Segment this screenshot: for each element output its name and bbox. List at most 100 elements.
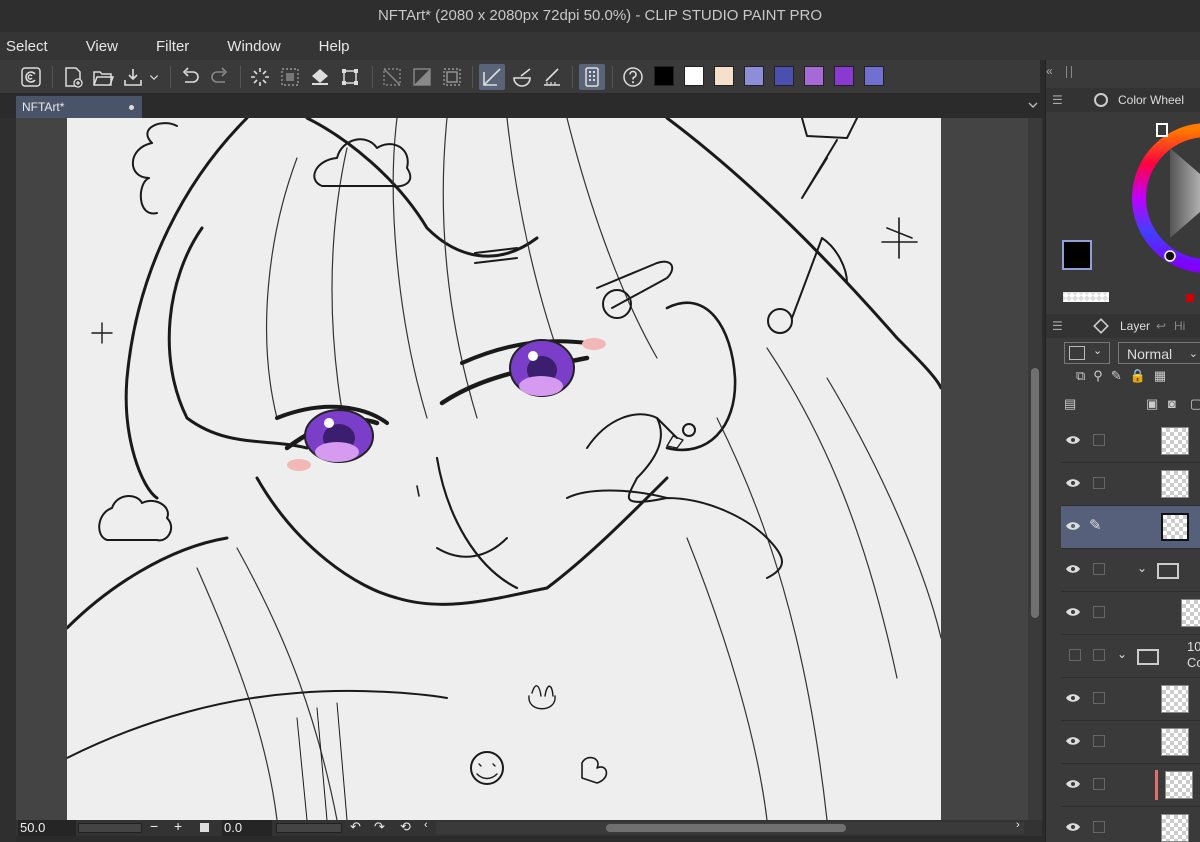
panel-menu-icon[interactable]: ☰ xyxy=(1052,314,1063,338)
menu-view[interactable]: View xyxy=(80,38,128,55)
layer-select-checkbox[interactable] xyxy=(1093,649,1105,661)
eye-icon[interactable] xyxy=(1065,477,1081,489)
document-tab[interactable]: NFTArt* xyxy=(16,96,142,118)
horizontal-scroll-thumb[interactable] xyxy=(606,824,846,832)
layer-select-checkbox[interactable] xyxy=(1093,821,1105,833)
palette-swatch-peach[interactable] xyxy=(714,66,734,86)
clear-icon[interactable] xyxy=(247,64,273,90)
lock-icon[interactable]: 🔒 xyxy=(1130,368,1146,390)
clear-outside-selection-icon[interactable] xyxy=(277,64,303,90)
folder-expand-chevron-icon[interactable]: ⌄ xyxy=(1117,647,1127,661)
transform-icon[interactable] xyxy=(337,64,363,90)
zoom-out-icon[interactable]: − xyxy=(150,818,158,834)
menu-help[interactable]: Help xyxy=(313,38,360,55)
layer-folder-row[interactable]: ⌄ xyxy=(1061,549,1200,592)
palette-swatch-violet[interactable] xyxy=(804,66,824,86)
reference-layer-icon[interactable]: ⚲ xyxy=(1093,368,1103,390)
fill-icon[interactable] xyxy=(307,64,333,90)
palette-swatch-periwinkle[interactable] xyxy=(864,66,884,86)
layer-row[interactable] xyxy=(1061,463,1200,506)
zoom-slider[interactable] xyxy=(78,823,142,833)
layer-row[interactable] xyxy=(1061,721,1200,764)
layer-select-checkbox[interactable] xyxy=(1093,563,1105,575)
layer-row[interactable] xyxy=(1061,678,1200,721)
rotate-right-icon[interactable]: ↷ xyxy=(374,819,385,835)
palette-swatch-lavender[interactable] xyxy=(744,66,764,86)
layer-row[interactable] xyxy=(1061,764,1200,807)
clip-layer-icon[interactable]: ⧉ xyxy=(1076,368,1085,390)
palette-swatch-black[interactable] xyxy=(654,66,674,86)
undo-icon[interactable] xyxy=(177,64,203,90)
eye-icon[interactable] xyxy=(1065,735,1081,747)
device-mode-icon[interactable] xyxy=(579,64,605,90)
layer-tab-label[interactable]: Layer xyxy=(1120,314,1150,338)
layer-list-icon[interactable]: ▤ xyxy=(1064,396,1076,412)
layer-row[interactable] xyxy=(1061,592,1200,635)
zoom-field[interactable]: 50.0 xyxy=(18,820,76,836)
help-icon[interactable] xyxy=(620,64,646,90)
reset-rotation-icon[interactable]: ⟲ xyxy=(400,819,411,835)
snap-to-ruler-icon[interactable] xyxy=(479,64,505,90)
rotation-field[interactable]: 0.0 xyxy=(222,820,272,836)
panel-collapse-icon[interactable]: « xyxy=(1046,64,1053,78)
layer-select-checkbox[interactable] xyxy=(1093,735,1105,747)
open-folder-icon[interactable] xyxy=(90,64,116,90)
eye-icon[interactable] xyxy=(1065,692,1081,704)
tab-list-chevron-icon[interactable] xyxy=(1026,98,1040,112)
snap-icon[interactable] xyxy=(409,64,435,90)
layer-select-checkbox[interactable] xyxy=(1093,692,1105,704)
canvas-vertical-scrollbar[interactable] xyxy=(1028,118,1042,820)
history-tab-label[interactable]: Hi xyxy=(1174,314,1185,338)
panel-grip-icon[interactable] xyxy=(1066,66,1072,78)
selection-frame-icon[interactable] xyxy=(439,64,465,90)
menu-filter[interactable]: Filter xyxy=(150,38,199,55)
eye-icon[interactable] xyxy=(1065,563,1081,575)
hscroll-right-icon[interactable]: › xyxy=(1016,819,1020,831)
eye-icon[interactable] xyxy=(1065,821,1081,833)
history-tab-icon[interactable]: ↩ xyxy=(1156,314,1166,338)
layer-row-selected[interactable]: ✎ xyxy=(1061,506,1200,549)
layer-row[interactable] xyxy=(1061,420,1200,463)
transparent-color-swatch[interactable] xyxy=(1063,292,1109,302)
drawing-canvas[interactable] xyxy=(67,118,941,820)
clip-studio-logo-icon[interactable] xyxy=(18,64,44,90)
palette-swatch-white[interactable] xyxy=(684,66,704,86)
color-wheel-tab-label[interactable]: Color Wheel xyxy=(1118,88,1184,112)
main-color-swatch[interactable] xyxy=(1062,240,1092,270)
layer-row[interactable] xyxy=(1061,807,1200,842)
eye-icon[interactable] xyxy=(1065,606,1081,618)
palette-swatch-indigo[interactable] xyxy=(774,66,794,86)
save-dropdown-chevron-icon[interactable] xyxy=(146,64,162,90)
new-canvas-icon[interactable] xyxy=(60,64,86,90)
snap-to-special-ruler-icon[interactable] xyxy=(509,64,535,90)
menu-select[interactable]: Select xyxy=(0,38,58,55)
hscroll-left-icon[interactable]: ‹ xyxy=(424,819,428,831)
new-raster-layer-icon[interactable]: ▣ xyxy=(1146,396,1158,412)
fit-view-icon[interactable] xyxy=(200,823,209,832)
lock-transparent-icon[interactable]: ▦ xyxy=(1154,368,1166,390)
rotation-slider[interactable] xyxy=(276,823,342,833)
new-vector-layer-icon[interactable]: ◙ xyxy=(1168,396,1176,411)
layer-select-checkbox[interactable] xyxy=(1093,434,1105,446)
eye-icon[interactable] xyxy=(1065,520,1081,532)
new-folder-icon[interactable]: ▢ xyxy=(1190,396,1200,412)
canvas-horizontal-scrollbar[interactable] xyxy=(436,822,1024,834)
blending-swatch-button[interactable]: ⌄ xyxy=(1064,342,1110,364)
color-wheel[interactable] xyxy=(1112,118,1200,278)
vertical-scroll-thumb[interactable] xyxy=(1031,368,1039,618)
folder-expand-chevron-icon[interactable]: ⌄ xyxy=(1137,561,1147,575)
layer-select-checkbox[interactable] xyxy=(1093,606,1105,618)
redo-icon[interactable] xyxy=(207,64,233,90)
blend-mode-select[interactable]: Normal ⌄ xyxy=(1118,342,1200,364)
layer-folder-row[interactable]: ⌄ 10 Co xyxy=(1061,635,1200,678)
snap-to-grid-icon[interactable] xyxy=(539,64,565,90)
draft-layer-icon[interactable]: ✎ xyxy=(1111,368,1122,390)
zoom-in-icon[interactable]: + xyxy=(174,818,182,834)
layer-select-checkbox[interactable] xyxy=(1093,778,1105,790)
eye-icon[interactable] xyxy=(1065,434,1081,446)
panel-menu-icon[interactable]: ☰ xyxy=(1052,88,1063,112)
layer-visibility-checkbox[interactable] xyxy=(1069,649,1081,661)
rotate-left-icon[interactable]: ↶ xyxy=(350,819,361,835)
eye-icon[interactable] xyxy=(1065,778,1081,790)
save-icon[interactable] xyxy=(120,64,146,90)
